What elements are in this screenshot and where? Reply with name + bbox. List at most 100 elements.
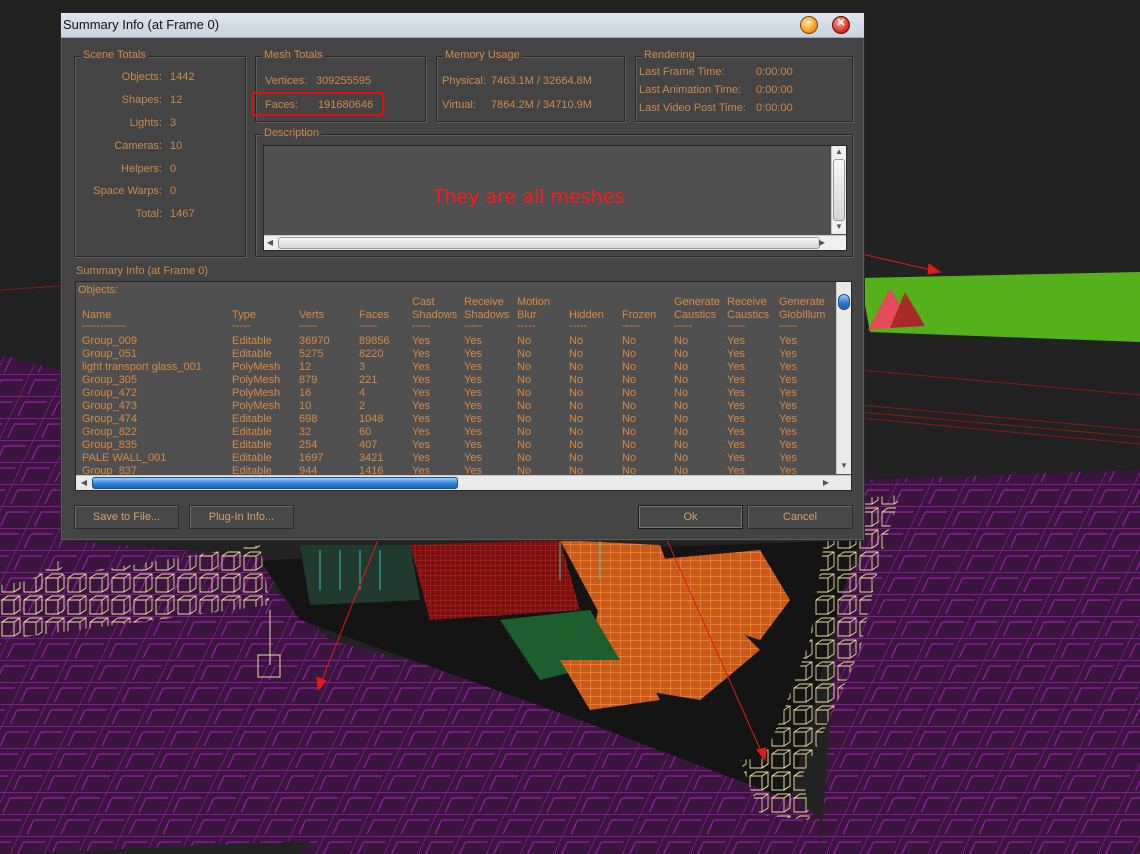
table-cell: No (622, 387, 637, 399)
cancel-button[interactable]: Cancel (747, 505, 853, 529)
table-cell: No (569, 400, 584, 412)
rendering-legend: Rendering (642, 49, 697, 61)
column-separator: ----- (517, 320, 536, 332)
save-to-file-button[interactable]: Save to File... (74, 505, 179, 529)
shapes-value: 12 (170, 94, 183, 106)
scroll-left-icon[interactable]: ◀ (264, 237, 276, 249)
table-cell: No (569, 426, 584, 438)
scroll-right-icon[interactable]: ▶ (816, 237, 828, 249)
table-cell: Yes (727, 452, 745, 464)
table-cell: Yes (464, 400, 482, 412)
table-cell: 12 (299, 361, 312, 373)
table-cell: light transport glass_001 (82, 361, 202, 373)
plugin-info-button[interactable]: Plug-In Info... (189, 505, 294, 529)
table-cell: No (569, 348, 584, 360)
table-cell: Yes (412, 387, 430, 399)
summary-vscrollbar[interactable]: ▼ (836, 282, 851, 474)
table-cell: Yes (412, 426, 430, 438)
table-cell: Group_474 (82, 413, 138, 425)
memory-usage-group: Memory Usage Physical: 7463.1M / 32664.8… (436, 49, 625, 122)
summary-hscroll-thumb[interactable] (92, 477, 458, 489)
scroll-left-icon[interactable]: ◀ (78, 477, 90, 489)
table-cell: PolyMesh (232, 374, 281, 386)
memory-usage-legend: Memory Usage (443, 49, 522, 61)
column-separator: ----- (359, 320, 378, 332)
table-cell: Yes (727, 413, 745, 425)
summary-section-label: Summary Info (at Frame 0) (76, 265, 209, 277)
table-cell: Yes (464, 426, 482, 438)
minimize-icon: – (805, 16, 813, 28)
table-cell: No (569, 374, 584, 386)
table-cell: No (674, 361, 689, 373)
table-cell: 1048 (359, 413, 384, 425)
minimize-button[interactable]: – (800, 16, 818, 34)
last-frame-time-label: Last Frame Time: (639, 66, 725, 78)
table-cell: No (674, 413, 689, 425)
table-cell: Yes (412, 413, 430, 425)
description-hscrollbar[interactable]: ◀ ▶ (264, 235, 846, 250)
table-cell: 254 (299, 439, 318, 451)
virtual-label: Virtual: (442, 99, 477, 111)
description-hscroll-thumb[interactable] (278, 237, 820, 249)
table-cell: Yes (727, 361, 745, 373)
table-cell: Yes (412, 348, 430, 360)
table-cell: 32 (299, 426, 312, 438)
table-cell: No (674, 374, 689, 386)
description-vscrollbar[interactable]: ▲ ▼ (831, 146, 846, 234)
description-vscroll-thumb[interactable] (833, 159, 845, 221)
vertices-value: 309255595 (316, 75, 372, 87)
table-cell: Group_009 (82, 335, 138, 347)
close-button[interactable]: ✕ (832, 16, 850, 34)
table-cell: Yes (412, 361, 430, 373)
table-cell: 3421 (359, 452, 384, 464)
table-cell: No (517, 413, 532, 425)
table-cell: Yes (464, 413, 482, 425)
faces-highlight-box (252, 92, 384, 116)
ok-button[interactable]: Ok (638, 505, 743, 529)
table-cell: No (517, 387, 532, 399)
table-cell: 10 (299, 400, 312, 412)
table-cell: Yes (727, 400, 745, 412)
scene-totals-legend: Scene Totals (81, 49, 148, 61)
summary-info-dialog: Summary Info (at Frame 0) – ✕ Scene Tota… (60, 12, 865, 541)
physical-label: Physical: (442, 75, 487, 87)
scroll-down-icon[interactable]: ▼ (833, 221, 845, 233)
table-cell: 2 (359, 400, 366, 412)
summary-vscroll-thumb[interactable] (838, 294, 850, 310)
table-cell: Group_822 (82, 426, 138, 438)
table-cell: No (569, 439, 584, 451)
cameras-label: Cameras: (114, 140, 162, 152)
table-cell: Yes (412, 452, 430, 464)
table-cell: Yes (412, 374, 430, 386)
table-cell: No (674, 387, 689, 399)
table-cell: No (622, 413, 637, 425)
table-cell: 16 (299, 387, 312, 399)
last-frame-time-value: 0:00:00 (756, 66, 793, 78)
table-cell: No (517, 439, 532, 451)
shapes-label: Shapes: (121, 94, 162, 106)
table-cell: No (674, 439, 689, 451)
title-bar[interactable]: Summary Info (at Frame 0) – ✕ (61, 13, 864, 38)
column-separator: ----- (464, 320, 483, 332)
objects-label: Objects: (121, 71, 162, 83)
summary-table: Objects: Name Type Verts Faces Cast Shadows Re… (76, 282, 836, 477)
table-cell: 879 (299, 374, 318, 386)
table-cell: No (622, 348, 637, 360)
scene-totals-group: Scene Totals Objects: 1442 Shapes: 12 Li… (74, 49, 246, 257)
table-cell: No (622, 452, 637, 464)
scroll-up-icon[interactable]: ▲ (833, 146, 845, 158)
table-cell: Yes (779, 439, 797, 451)
table-cell: Yes (727, 348, 745, 360)
total-label: Total: (135, 208, 162, 220)
table-cell: No (517, 426, 532, 438)
scroll-down-icon[interactable]: ▼ (838, 460, 850, 472)
table-cell: Group_305 (82, 374, 138, 386)
column-separator: ----- (569, 320, 588, 332)
table-cell: No (569, 413, 584, 425)
table-cell: Yes (779, 348, 797, 360)
table-cell: Editable (232, 348, 272, 360)
scroll-right-icon[interactable]: ▶ (820, 477, 832, 489)
summary-objects-list[interactable]: Objects: Name Type Verts Faces Cast Shadows Re… (75, 281, 852, 491)
mesh-totals-legend: Mesh Totals (262, 49, 325, 61)
summary-hscrollbar[interactable]: ◀ ▶ (76, 475, 851, 490)
